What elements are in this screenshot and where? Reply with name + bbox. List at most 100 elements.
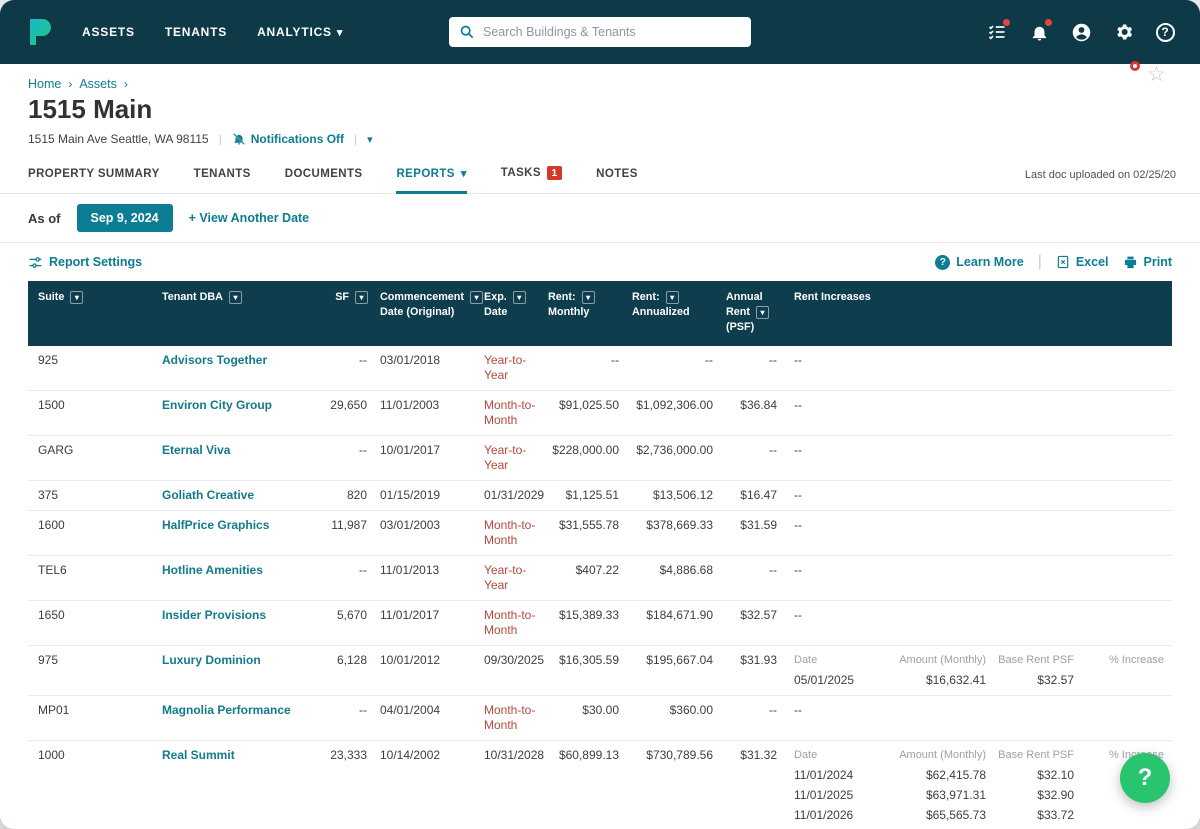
- nav-analytics[interactable]: ANALYTICS▾: [257, 25, 343, 39]
- cell-exp-date: Year-to-Year: [484, 563, 548, 593]
- cell-rent-annualized: $4,886.68: [632, 563, 726, 578]
- help-icon[interactable]: ?: [1154, 21, 1176, 43]
- filter-dropdown-icon[interactable]: ▾: [470, 291, 483, 304]
- gear-icon[interactable]: [1112, 21, 1134, 43]
- increase-value: $32.57: [986, 673, 1074, 688]
- cell-annual-rent-psf: $32.57: [726, 608, 790, 623]
- checklist-icon[interactable]: [986, 21, 1008, 43]
- cell-annual-rent-psf: $31.32: [726, 748, 790, 763]
- column-header-3: Commencement▾Date (Original): [380, 290, 484, 320]
- table-row: 375Goliath Creative82001/15/201901/31/20…: [28, 481, 1172, 511]
- breadcrumb-home[interactable]: Home: [28, 77, 61, 91]
- tenant-link[interactable]: Eternal Viva: [162, 443, 230, 457]
- filter-dropdown-icon[interactable]: ▾: [70, 291, 83, 304]
- tenant-link[interactable]: Luxury Dominion: [162, 653, 261, 667]
- tab-tenants[interactable]: TENANTS: [194, 162, 251, 194]
- breadcrumb-assets[interactable]: Assets: [79, 77, 117, 91]
- tab-label: TASKS: [501, 167, 541, 179]
- cell-suite: 1600: [28, 518, 150, 533]
- notifications-toggle[interactable]: Notifications Off: [232, 132, 344, 146]
- column-header-1: Tenant DBA▾: [150, 290, 316, 305]
- filter-dropdown-icon[interactable]: ▾: [756, 306, 769, 319]
- cell-rent-increases: --: [790, 398, 1172, 413]
- print-button[interactable]: Print: [1123, 255, 1172, 270]
- cell-rent-increases: --: [790, 518, 1172, 533]
- filter-dropdown-icon[interactable]: ▾: [666, 291, 679, 304]
- filter-dropdown-icon[interactable]: ▾: [513, 291, 526, 304]
- excel-label: Excel: [1076, 255, 1109, 269]
- excel-export-button[interactable]: Excel: [1056, 255, 1109, 269]
- cell-suite: TEL6: [28, 563, 150, 578]
- cell-commencement-date: 01/15/2019: [380, 488, 484, 503]
- tab-property-summary[interactable]: PROPERTY SUMMARY: [28, 162, 160, 194]
- rent-increases-subtable: DateAmount (Monthly)Base Rent PSF% Incre…: [794, 748, 1172, 829]
- star-icon[interactable]: ☆: [1147, 64, 1166, 86]
- tab-tasks[interactable]: TASKS1: [501, 160, 562, 194]
- cell-rent-increases: --: [790, 563, 1172, 578]
- search-input[interactable]: [483, 25, 741, 39]
- account-icon[interactable]: [1070, 21, 1092, 43]
- app-window: ASSETS TENANTS ANALYTICS▾ ?: [0, 0, 1200, 829]
- increase-column-header: Amount (Monthly): [874, 653, 986, 668]
- tenant-link[interactable]: Magnolia Performance: [162, 703, 291, 717]
- global-search[interactable]: [449, 17, 751, 47]
- increase-value: $33.72: [986, 808, 1074, 823]
- cell-sf: --: [316, 443, 380, 458]
- cell-rent-monthly: $30.00: [548, 703, 632, 718]
- view-another-date-link[interactable]: + View Another Date: [189, 211, 310, 225]
- tab-reports[interactable]: REPORTS▾: [396, 161, 466, 194]
- column-label: Date: [484, 305, 507, 320]
- cell-suite: MP01: [28, 703, 150, 718]
- tenant-link[interactable]: Goliath Creative: [162, 488, 254, 502]
- tenant-link[interactable]: Hotline Amenities: [162, 563, 263, 577]
- column-label: Rent:: [548, 290, 576, 305]
- filter-dropdown-icon[interactable]: ▾: [582, 291, 595, 304]
- cell-annual-rent-psf: $36.84: [726, 398, 790, 413]
- notification-dot: [1002, 18, 1011, 27]
- tab-documents[interactable]: DOCUMENTS: [285, 162, 363, 194]
- tenant-link[interactable]: Advisors Together: [162, 353, 267, 367]
- cell-rent-annualized: $195,667.04: [632, 653, 726, 668]
- cell-tenant: Goliath Creative: [150, 488, 316, 503]
- nav-assets-label: ASSETS: [82, 25, 135, 39]
- cell-tenant: Insider Provisions: [150, 608, 316, 623]
- chevron-down-icon: ▾: [461, 167, 467, 180]
- tenant-link[interactable]: Environ City Group: [162, 398, 272, 412]
- cell-rent-monthly: $228,000.00: [548, 443, 632, 458]
- column-header-0: Suite ▾: [28, 290, 150, 305]
- column-label: Monthly: [548, 305, 589, 320]
- chevron-right-icon: ›: [68, 77, 72, 91]
- nav-assets[interactable]: ASSETS: [82, 25, 135, 39]
- table-row: 1650Insider Provisions5,67011/01/2017Mon…: [28, 601, 1172, 646]
- column-label: Exp.: [484, 290, 507, 305]
- cell-rent-monthly: $15,389.33: [548, 608, 632, 623]
- header-icons: ?: [986, 21, 1176, 43]
- table-row: 975Luxury Dominion6,12810/01/201209/30/2…: [28, 646, 1172, 696]
- filter-dropdown-icon[interactable]: ▾: [355, 291, 368, 304]
- increase-column-header: Amount (Monthly): [874, 748, 986, 763]
- learn-more-link[interactable]: ? Learn More: [935, 255, 1023, 270]
- increase-column-header: Base Rent PSF: [986, 653, 1074, 668]
- tenant-link[interactable]: HalfPrice Graphics: [162, 518, 269, 532]
- cell-tenant: Eternal Viva: [150, 443, 316, 458]
- chevron-down-icon[interactable]: ▾: [367, 133, 373, 146]
- increase-value: 11/01/2025: [794, 788, 874, 803]
- column-label: Suite: [38, 290, 64, 305]
- cell-suite: 925: [28, 353, 150, 368]
- app-logo-icon[interactable]: [24, 16, 56, 48]
- increase-value: 11/01/2026: [794, 808, 874, 823]
- cell-suite: 1500: [28, 398, 150, 413]
- filter-dropdown-icon[interactable]: ▾: [229, 291, 242, 304]
- tenant-link[interactable]: Real Summit: [162, 748, 235, 762]
- chevron-right-icon: ›: [124, 77, 128, 91]
- increase-value: $62,415.78: [874, 768, 986, 783]
- cell-rent-annualized: $360.00: [632, 703, 726, 718]
- tenant-link[interactable]: Insider Provisions: [162, 608, 266, 622]
- nav-tenants[interactable]: TENANTS: [165, 25, 227, 39]
- report-settings-button[interactable]: Report Settings: [28, 255, 142, 270]
- tab-notes[interactable]: NOTES: [596, 162, 638, 194]
- help-fab-button[interactable]: ?: [1120, 753, 1170, 803]
- bell-icon[interactable]: [1028, 21, 1050, 43]
- as-of-date-button[interactable]: Sep 9, 2024: [77, 204, 173, 232]
- cell-commencement-date: 04/01/2004: [380, 703, 484, 718]
